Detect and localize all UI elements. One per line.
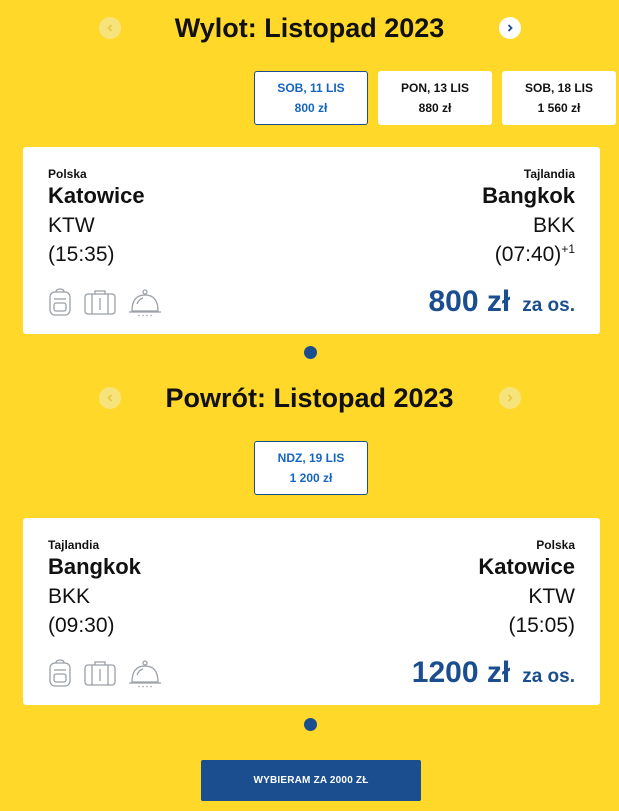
inbound-flight-card[interactable]: Tajlandia Bangkok BKK (09:30) Polska Kat… bbox=[23, 518, 600, 705]
select-flights-button[interactable]: WYBIERAM ZA 2000 ZŁ bbox=[201, 760, 421, 801]
date-price: 880 zł bbox=[418, 101, 452, 115]
outbound-date-option[interactable]: SOB, 11 LIS 800 zł bbox=[254, 71, 368, 125]
origin-country: Tajlandia bbox=[48, 538, 100, 552]
destination-city: Katowice bbox=[478, 554, 575, 579]
backpack-icon bbox=[49, 659, 71, 687]
origin-country: Polska bbox=[48, 167, 87, 181]
origin-city: Bangkok bbox=[48, 554, 141, 579]
departure-time: (15:35) bbox=[48, 243, 115, 266]
amenity-icons bbox=[48, 658, 162, 688]
inbound-carousel-dot[interactable] bbox=[304, 718, 317, 731]
date-label: NDZ, 19 LIS bbox=[277, 451, 345, 465]
inbound-date-list: NDZ, 19 LIS 1 200 zł bbox=[254, 441, 368, 495]
origin-code: BKK bbox=[48, 585, 91, 608]
day-offset: +1 bbox=[561, 242, 575, 256]
outbound-title: Wylot: Listopad 2023 bbox=[174, 13, 445, 43]
destination-code: KTW bbox=[528, 585, 575, 608]
backpack-icon bbox=[49, 288, 71, 316]
meal-icon bbox=[129, 289, 161, 317]
date-label: PON, 13 LIS bbox=[400, 81, 470, 95]
suitcase-icon bbox=[84, 290, 116, 315]
arrival-time-wrap: (07:40)+1 bbox=[495, 243, 575, 267]
price-amount: 800 zł bbox=[428, 285, 511, 318]
date-price: 1 560 zł bbox=[537, 101, 581, 115]
inbound-price: 1200 zł za os. bbox=[412, 656, 575, 690]
amenity-icons bbox=[48, 287, 162, 317]
departure-time: (09:30) bbox=[48, 614, 115, 637]
inbound-title: Powrót: Listopad 2023 bbox=[165, 383, 454, 413]
origin-code: KTW bbox=[48, 214, 95, 237]
outbound-date-option[interactable]: PON, 13 LIS 880 zł bbox=[378, 71, 492, 125]
inbound-next-month-button[interactable] bbox=[499, 387, 521, 409]
outbound-flight-card[interactable]: Polska Katowice KTW (15:35) Tajlandia Ba… bbox=[23, 147, 600, 334]
outbound-next-month-button[interactable] bbox=[499, 17, 521, 39]
arrival-time: (15:05) bbox=[508, 614, 575, 637]
destination-country: Polska bbox=[536, 538, 575, 552]
date-price: 1 200 zł bbox=[289, 471, 333, 485]
suitcase-icon bbox=[84, 661, 116, 686]
inbound-header: Powrót: Listopad 2023 bbox=[0, 378, 619, 418]
price-amount: 1200 zł bbox=[411, 656, 511, 689]
outbound-price: 800 zł za os. bbox=[428, 285, 575, 319]
arrival-time: (07:40) bbox=[494, 243, 562, 266]
destination-code: BKK bbox=[532, 214, 575, 237]
destination-country: Tajlandia bbox=[523, 167, 575, 181]
outbound-header: Wylot: Listopad 2023 bbox=[0, 8, 619, 48]
date-label: SOB, 18 LIS bbox=[524, 81, 594, 95]
outbound-date-list: SOB, 11 LIS 800 zł PON, 13 LIS 880 zł SO… bbox=[254, 71, 616, 125]
destination-city: Bangkok bbox=[482, 183, 575, 208]
chevron-right-icon bbox=[507, 24, 513, 32]
inbound-date-option[interactable]: NDZ, 19 LIS 1 200 zł bbox=[254, 441, 368, 495]
date-label: SOB, 11 LIS bbox=[277, 81, 345, 95]
price-per-person: za os. bbox=[522, 295, 575, 316]
outbound-date-option[interactable]: SOB, 18 LIS 1 560 zł bbox=[502, 71, 616, 125]
date-price: 800 zł bbox=[294, 101, 328, 115]
outbound-carousel-dot[interactable] bbox=[304, 346, 317, 359]
origin-city: Katowice bbox=[48, 183, 145, 208]
meal-icon bbox=[129, 660, 161, 688]
chevron-right-icon bbox=[507, 394, 513, 402]
price-per-person: za os. bbox=[522, 666, 575, 687]
